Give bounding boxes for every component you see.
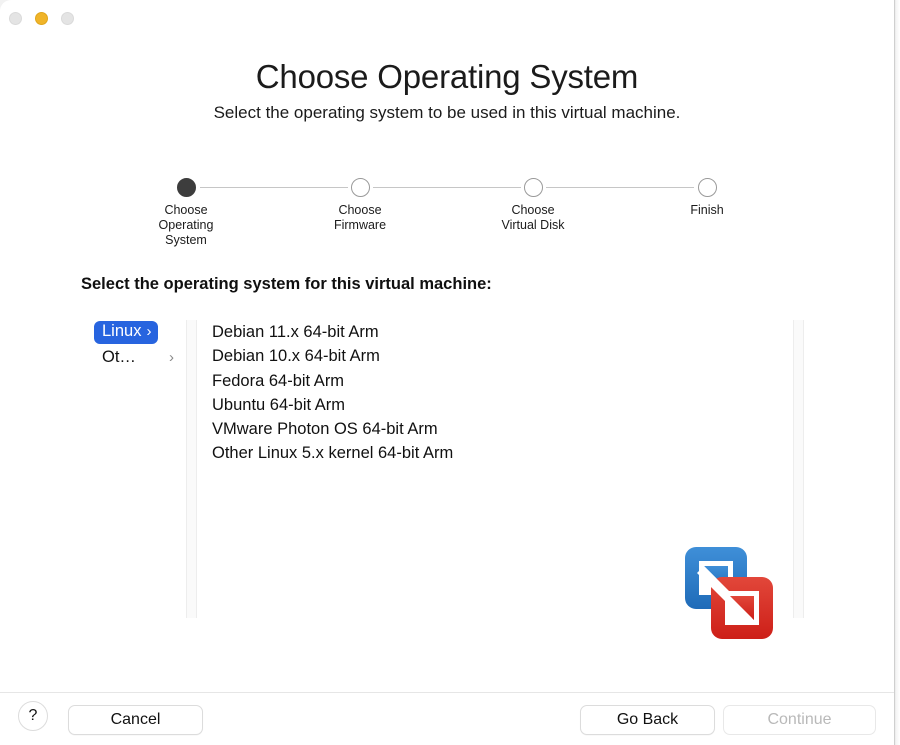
list-item[interactable]: Debian 11.x 64-bit Arm [197, 320, 793, 344]
category-pill-selected[interactable]: Linux › [94, 321, 159, 344]
select-os-prompt: Select the operating system for this vir… [81, 275, 492, 293]
list-item[interactable]: VMware Photon OS 64-bit Arm [197, 417, 793, 441]
footer-divider [0, 692, 894, 693]
wizard-step-choose-firmware[interactable]: Choose Firmware [300, 178, 420, 233]
step-dot-icon [350, 178, 370, 197]
close-window-button[interactable] [9, 12, 22, 25]
chevron-right-icon: › [146, 323, 152, 340]
cancel-button[interactable]: Cancel [68, 705, 203, 735]
wizard-step-indicator: Choose Operating System Choose Firmware … [130, 178, 764, 258]
step-dot-icon [697, 178, 717, 197]
list-item[interactable]: Fedora 64-bit Arm [197, 369, 793, 393]
go-back-button[interactable]: Go Back [580, 705, 715, 735]
chevron-right-icon: › [169, 349, 174, 366]
category-item-other[interactable]: Ot… › [94, 345, 182, 370]
category-item-linux[interactable]: Linux › [94, 320, 182, 345]
column-divider-2[interactable] [793, 320, 804, 618]
list-item[interactable]: Other Linux 5.x kernel 64-bit Arm [197, 441, 793, 465]
step-label: Finish [690, 203, 724, 217]
help-button[interactable]: ? [18, 701, 48, 731]
list-item[interactable]: Debian 10.x 64-bit Arm [197, 344, 793, 368]
category-label: Ot… [102, 348, 136, 366]
step-label: Choose Firmware [333, 203, 387, 232]
wizard-step-choose-virtual-disk[interactable]: Choose Virtual Disk [473, 178, 593, 233]
step-dot-icon [176, 178, 196, 197]
wizard-step-choose-operating-system[interactable]: Choose Operating System [126, 178, 246, 248]
os-detail-column[interactable] [804, 320, 815, 618]
page-title: Choose Operating System [255, 58, 639, 95]
os-category-column[interactable]: Linux › Ot… › [81, 320, 186, 618]
zoom-window-button[interactable] [61, 12, 74, 25]
step-dot-icon [523, 178, 543, 197]
category-label: Linux [102, 322, 142, 340]
step-label: Choose Virtual Disk [501, 203, 565, 232]
minimize-window-button[interactable] [35, 12, 48, 25]
page-subtitle: Select the operating system to be used i… [213, 103, 681, 122]
column-divider-1[interactable] [186, 320, 197, 618]
step-label: Choose Operating System [158, 203, 214, 247]
list-item[interactable]: Ubuntu 64-bit Arm [197, 393, 793, 417]
vmware-fusion-logo-icon [685, 543, 773, 643]
wizard-step-finish[interactable]: Finish [647, 178, 767, 218]
window-titlebar[interactable] [0, 0, 894, 44]
assistant-window: Choose Operating System Select the opera… [0, 0, 895, 745]
continue-button[interactable]: Continue [723, 705, 876, 735]
